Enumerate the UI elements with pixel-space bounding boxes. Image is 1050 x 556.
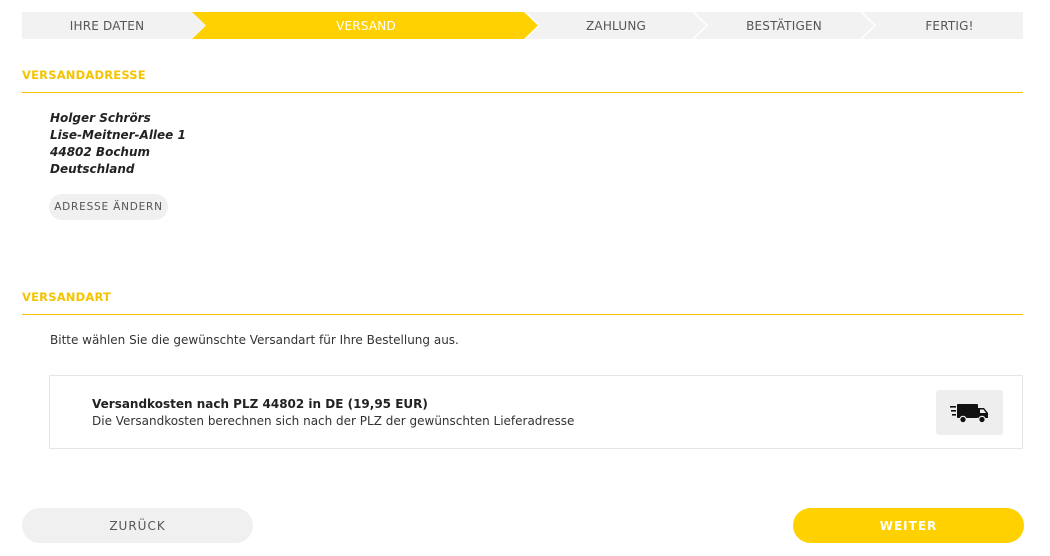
back-button[interactable]: ZURÜCK (22, 508, 253, 543)
address-name: Holger Schrörs (50, 111, 151, 125)
shipping-method-title: VERSANDART (22, 290, 112, 304)
shipping-option-title: Versandkosten nach PLZ 44802 in DE (19,9… (92, 397, 428, 411)
step-bestaetigen: BESTÄTIGEN (746, 18, 822, 33)
step-fertig: FERTIG! (925, 18, 974, 33)
change-address-button[interactable]: ADRESSE ÄNDERN (49, 194, 168, 220)
shipping-method-intro: Bitte wählen Sie die gewünschte Versanda… (50, 333, 459, 347)
truck-icon-box (936, 390, 1003, 435)
step-zahlung: ZAHLUNG (586, 18, 646, 33)
address-city: 44802 Bochum (50, 145, 151, 159)
next-button[interactable]: WEITER (793, 508, 1024, 543)
step-ihre-daten[interactable]: IHRE DATEN (22, 12, 192, 39)
address-country: Deutschland (50, 162, 135, 176)
checkout-stepper: IHRE DATEN VERSAND ZAHLUNG BESTÄTIGEN FE… (22, 12, 1023, 39)
shipping-address-block: Holger Schrörs Lise-Meitner-Allee 1 4480… (50, 110, 186, 178)
truck-icon (949, 403, 988, 423)
shipping-option[interactable]: Versandkosten nach PLZ 44802 in DE (19,9… (49, 375, 1023, 449)
shipping-address-title: VERSANDADRESSE (22, 68, 146, 82)
address-street: Lise-Meitner-Allee 1 (50, 128, 186, 142)
shipping-address-divider (22, 92, 1023, 93)
step-versand: VERSAND (336, 18, 396, 33)
shipping-method-divider (22, 314, 1023, 315)
shipping-option-description: Die Versandkosten berechnen sich nach de… (92, 414, 575, 428)
